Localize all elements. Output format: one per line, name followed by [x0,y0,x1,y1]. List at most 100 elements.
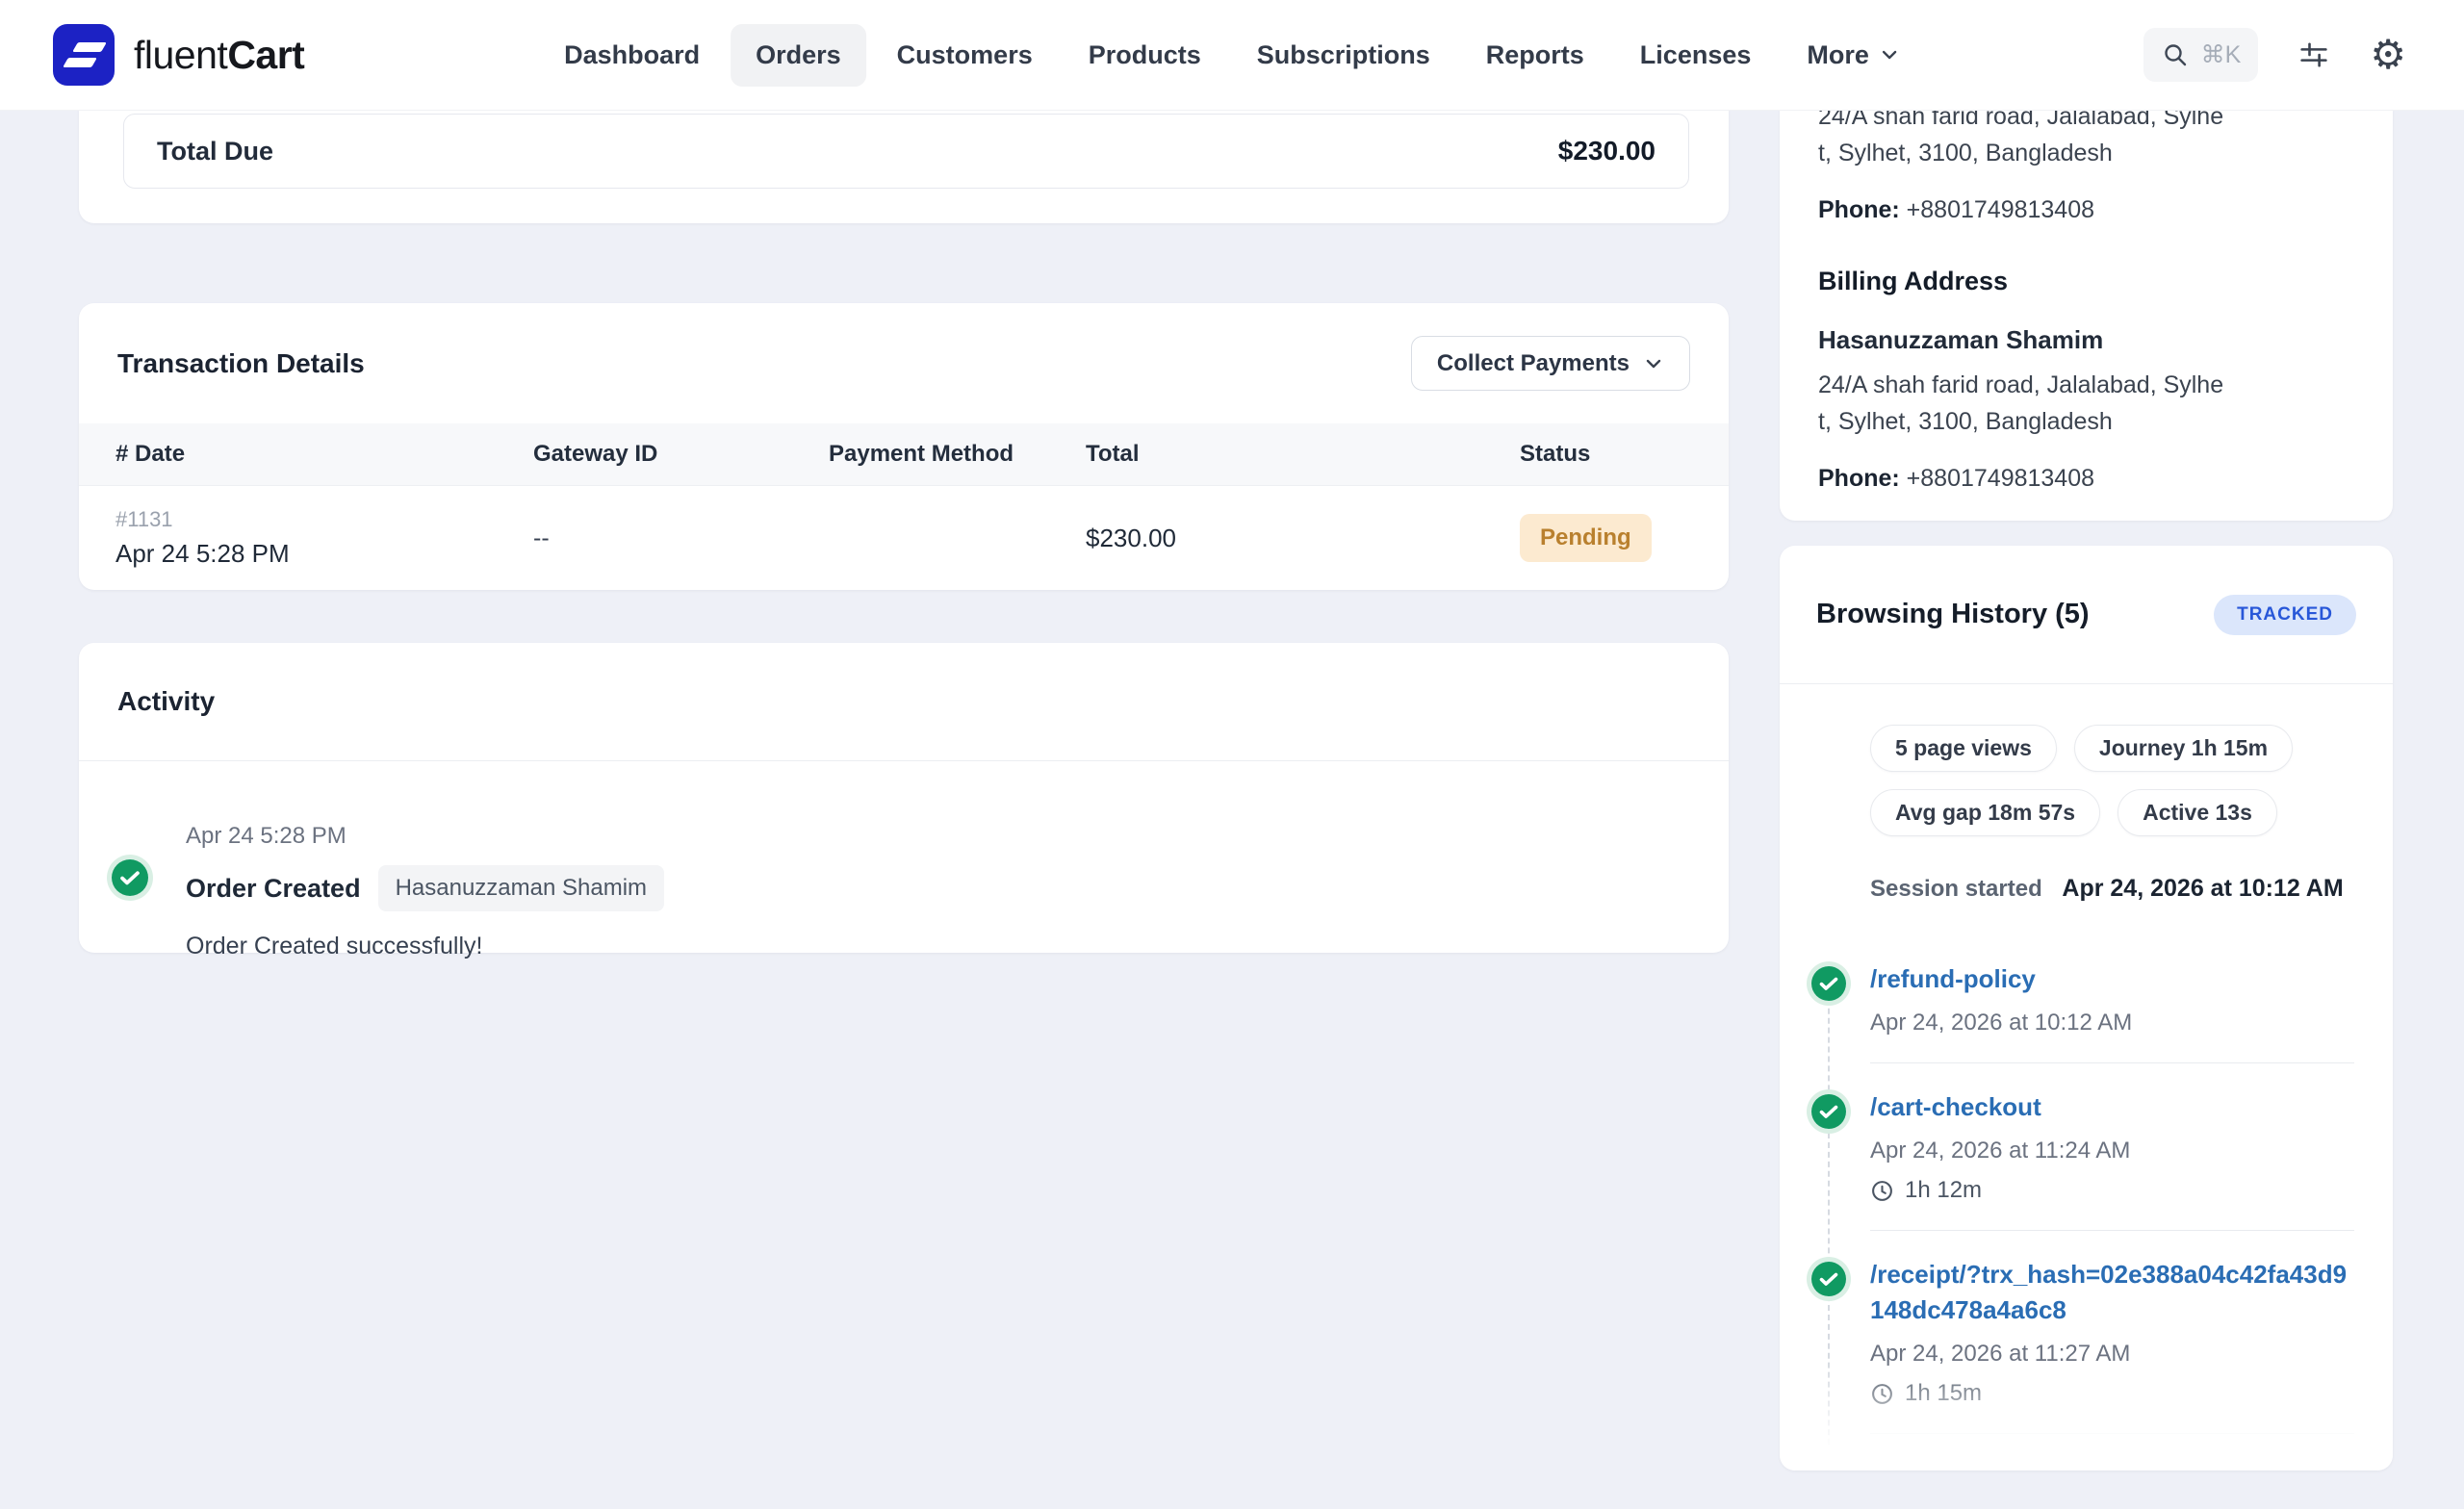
visit-time: Apr 24, 2026 at 11:27 AM [1870,1341,2354,1368]
collect-payments-label: Collect Payments [1437,350,1630,377]
visit-path-link[interactable]: /refund-policy [1870,964,2036,993]
session-started-value: Apr 24, 2026 at 10:12 AM [2062,875,2343,902]
activity-event: Apr 24 5:28 PM Order Created Hasanuzzama… [79,761,1729,960]
chevron-down-icon [1643,353,1664,374]
filters-sliders-icon[interactable] [2297,38,2331,72]
browsing-history-body: 5 page views Journey 1h 15m Avg gap 18m … [1780,684,2393,1471]
tracked-badge: TRACKED [2214,595,2356,635]
activity-card: Activity Apr 24 5:28 PM Order Created Ha… [79,643,1729,953]
nav-item-reports[interactable]: Reports [1461,24,1609,87]
nav-item-orders[interactable]: Orders [731,24,866,87]
status-badge: Pending [1520,514,1652,562]
transaction-total: $230.00 [1086,524,1520,553]
total-due-row: Total Due $230.00 [123,114,1689,189]
session-started-label: Session started [1870,876,2042,902]
search-shortcut-hint: ⌘K [2201,40,2242,69]
visit-duration: 1h 15m [1905,1380,1982,1407]
visit-timeline: /refund-policy Apr 24, 2026 at 10:12 AM … [1870,935,2354,1471]
nav-right-actions: ⌘K ⚙ [2143,0,2406,110]
transaction-id: #1131 [116,507,533,532]
transaction-status-cell: Pending [1520,514,1692,562]
col-date: # Date [116,441,533,468]
billing-address-line: 24/A shah farid road, Jalalabad, Sylhe [1818,367,2354,403]
nav-item-licenses[interactable]: Licenses [1615,24,1777,87]
visit-item: /cart-checkout Apr 24, 2026 at 11:24 AM … [1870,1062,2354,1230]
transaction-gateway-id: -- [533,524,829,552]
search-icon [2161,40,2190,69]
shipping-address-line: 24/A shah farid road, Jalalabad, Sylhe [1818,110,2354,135]
visit-duration: 1h 12m [1905,1177,1982,1204]
total-due-label: Total Due [157,137,273,166]
browsing-history-header: Browsing History (5) TRACKED [1780,546,2393,684]
fluentcart-order-page: fluentCart Dashboard Orders Customers Pr… [0,0,2464,1509]
clock-icon [1870,1179,1894,1203]
nav-item-dashboard[interactable]: Dashboard [539,24,725,87]
top-nav: fluentCart Dashboard Orders Customers Pr… [0,0,2464,111]
collect-payments-button[interactable]: Collect Payments [1411,336,1690,391]
nav-item-more[interactable]: More [1782,24,1925,87]
event-actor-badge: Hasanuzzaman Shamim [378,865,664,911]
transaction-details-card: Transaction Details Collect Payments # D… [79,303,1729,590]
visit-path-link[interactable]: /receipt/?trx_hash=02e388a04c42fa43d9148… [1870,1260,2347,1324]
session-stat-chips: 5 page views Journey 1h 15m Avg gap 18m … [1870,725,2323,836]
visit-check-icon [1811,1094,1846,1129]
fluentcart-logo-icon [53,24,115,86]
transaction-details-title: Transaction Details [117,348,365,379]
timeline-dashed-line [1828,970,1830,1471]
stat-chip-active: Active 13s [2118,789,2277,836]
shipping-phone: Phone: +8801749813408 [1818,196,2354,224]
nav-item-subscriptions[interactable]: Subscriptions [1232,24,1455,87]
main-content: Total Due $230.00 Transaction Details Co… [79,110,1729,953]
col-gateway-id: Gateway ID [533,441,829,468]
billing-address-line: t, Sylhet, 3100, Bangladesh [1818,403,2354,440]
transactions-table-header: # Date Gateway ID Payment Method Total S… [79,423,1729,486]
main-nav: Dashboard Orders Customers Products Subs… [539,0,1925,110]
visit-path-link[interactable]: /cart-checkout [1870,1092,2041,1121]
visit-check-icon [1811,966,1846,1001]
billing-name: Hasanuzzaman Shamim [1818,325,2354,355]
settings-gear-icon[interactable]: ⚙ [2370,35,2406,75]
col-payment-method: Payment Method [829,441,1086,468]
stat-chip-page-views: 5 page views [1870,725,2057,772]
session-started-row: Session started Apr 24, 2026 at 10:12 AM [1870,875,2354,903]
activity-header: Activity [79,643,1729,761]
brand-name: fluentCart [134,33,304,78]
brand[interactable]: fluentCart [53,0,304,110]
billing-address-title: Billing Address [1818,267,2354,296]
visit-duration-row: 1h 12m [1870,1177,2354,1204]
search-button[interactable]: ⌘K [2143,28,2259,82]
visit-time: Apr 24, 2026 at 10:12 AM [1870,1010,2354,1036]
nav-item-customers[interactable]: Customers [872,24,1058,87]
col-status: Status [1520,441,1692,468]
visit-duration-row: 1h 15m [1870,1380,2354,1407]
phone-label: Phone: [1818,465,1900,492]
visit-check-icon [1811,1262,1846,1296]
phone-label: Phone: [1818,196,1900,223]
billing-phone: Phone: +8801749813408 [1818,465,2354,493]
transaction-date-cell: #1131 Apr 24 5:28 PM [116,507,533,569]
browsing-history-card: Browsing History (5) TRACKED 5 page view… [1780,546,2393,1471]
phone-value: +8801749813408 [1907,196,2094,223]
nav-item-products[interactable]: Products [1064,24,1226,87]
right-sidebar: 24/A shah farid road, Jalalabad, Sylhe t… [1780,110,2393,1471]
transaction-row[interactable]: #1131 Apr 24 5:28 PM -- $230.00 Pending [79,486,1729,590]
stat-chip-avg-gap: Avg gap 18m 57s [1870,789,2100,836]
billing-address: 24/A shah farid road, Jalalabad, Sylhe t… [1818,367,2354,440]
transaction-date: Apr 24 5:28 PM [116,539,533,569]
visit-item: /about/ [1870,1433,2354,1471]
order-summary-card: Total Due $230.00 [79,110,1729,223]
chevron-down-icon [1879,44,1900,65]
clock-icon [1870,1382,1894,1406]
event-title-row: Order Created Hasanuzzaman Shamim [186,865,1690,911]
visit-time: Apr 24, 2026 at 11:24 AM [1870,1138,2354,1164]
visit-item: /refund-policy Apr 24, 2026 at 10:12 AM [1870,935,2354,1062]
visit-item: /receipt/?trx_hash=02e388a04c42fa43d9148… [1870,1230,2354,1433]
total-due-value: $230.00 [1558,136,1656,166]
visit-path-link[interactable]: /about/ [1870,1463,1952,1471]
event-time: Apr 24 5:28 PM [186,823,1690,850]
activity-title: Activity [117,686,215,717]
stat-chip-journey: Journey 1h 15m [2074,725,2293,772]
event-title: Order Created [186,874,361,904]
event-message: Order Created successfully! [186,933,1690,960]
nav-more-label: More [1807,40,1869,70]
